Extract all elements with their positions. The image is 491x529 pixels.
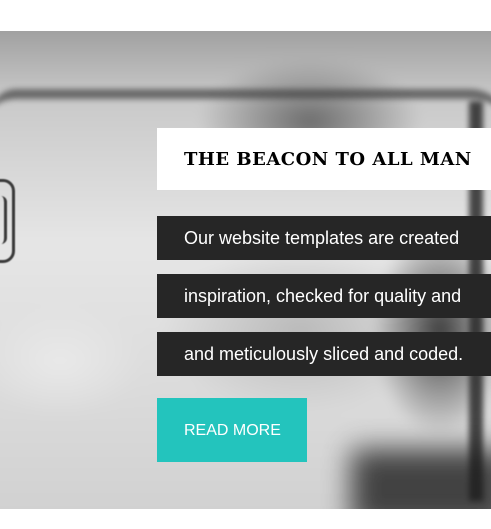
side-ornament-icon [0, 179, 15, 263]
hero-slider: THE BEACON TO ALL MAN Our website templa… [0, 31, 491, 509]
hero-description-text: and meticulously sliced and coded. [184, 344, 464, 364]
hero-title: THE BEACON TO ALL MAN [184, 149, 472, 170]
hero-description-line: inspiration, checked for quality and [157, 274, 491, 318]
hero-background-shadow [351, 449, 491, 509]
hero-description-line: Our website templates are created [157, 216, 491, 260]
read-more-button[interactable]: READ MORE [157, 398, 307, 462]
read-more-label: READ MORE [184, 422, 281, 439]
hero-background-window-frame [0, 89, 491, 129]
hero-description-line: and meticulously sliced and coded. [157, 332, 491, 376]
hero-description-text: inspiration, checked for quality and [184, 286, 462, 306]
hero-description-text: Our website templates are created [184, 228, 460, 248]
hero-title-box: THE BEACON TO ALL MAN [157, 128, 491, 190]
page: THE BEACON TO ALL MAN Our website templa… [0, 0, 491, 529]
